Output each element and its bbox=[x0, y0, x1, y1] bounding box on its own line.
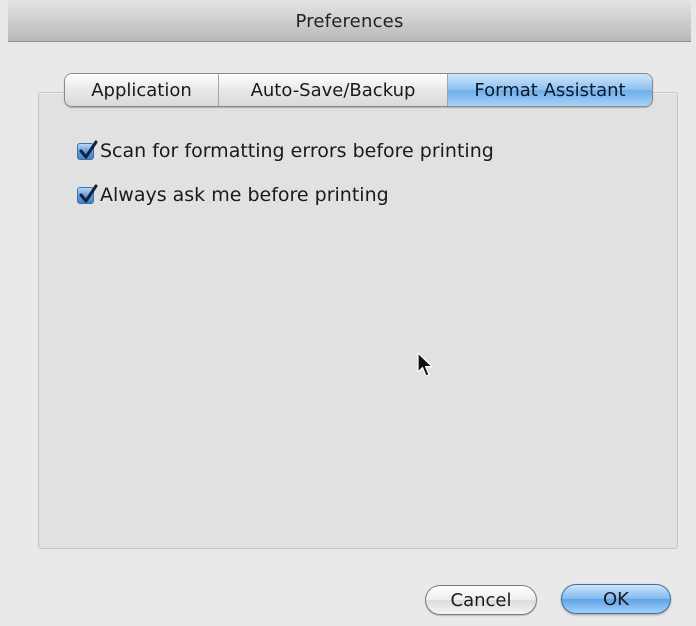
title-bar[interactable]: Preferences bbox=[8, 0, 691, 42]
scan-formatting-label: Scan for formatting errors before printi… bbox=[100, 140, 494, 162]
tab-label: Application bbox=[91, 79, 192, 101]
cancel-button[interactable]: Cancel bbox=[425, 585, 537, 615]
always-ask-checkbox[interactable] bbox=[77, 184, 98, 204]
mouse-pointer-icon bbox=[417, 352, 433, 377]
cancel-button-label: Cancel bbox=[450, 589, 512, 611]
tab-bar: Application Auto-Save/Backup Format Assi… bbox=[64, 73, 653, 107]
checkmark-icon bbox=[79, 140, 98, 158]
always-ask-option[interactable]: Always ask me before printing bbox=[77, 184, 389, 206]
always-ask-label: Always ask me before printing bbox=[100, 184, 389, 206]
scan-formatting-option[interactable]: Scan for formatting errors before printi… bbox=[77, 140, 494, 162]
tab-format-assistant[interactable]: Format Assistant bbox=[447, 74, 652, 106]
scan-formatting-checkbox[interactable] bbox=[77, 140, 98, 160]
ok-button[interactable]: OK bbox=[561, 584, 671, 614]
tab-auto-save-backup[interactable]: Auto-Save/Backup bbox=[218, 74, 447, 106]
tab-label: Auto-Save/Backup bbox=[250, 79, 416, 101]
checkmark-icon bbox=[79, 184, 98, 202]
ok-button-label: OK bbox=[603, 588, 629, 610]
preferences-window: Preferences Application Auto-Save/Backup… bbox=[0, 0, 696, 626]
tab-application[interactable]: Application bbox=[65, 74, 218, 106]
tab-label: Format Assistant bbox=[474, 79, 626, 101]
window-title: Preferences bbox=[295, 10, 404, 32]
